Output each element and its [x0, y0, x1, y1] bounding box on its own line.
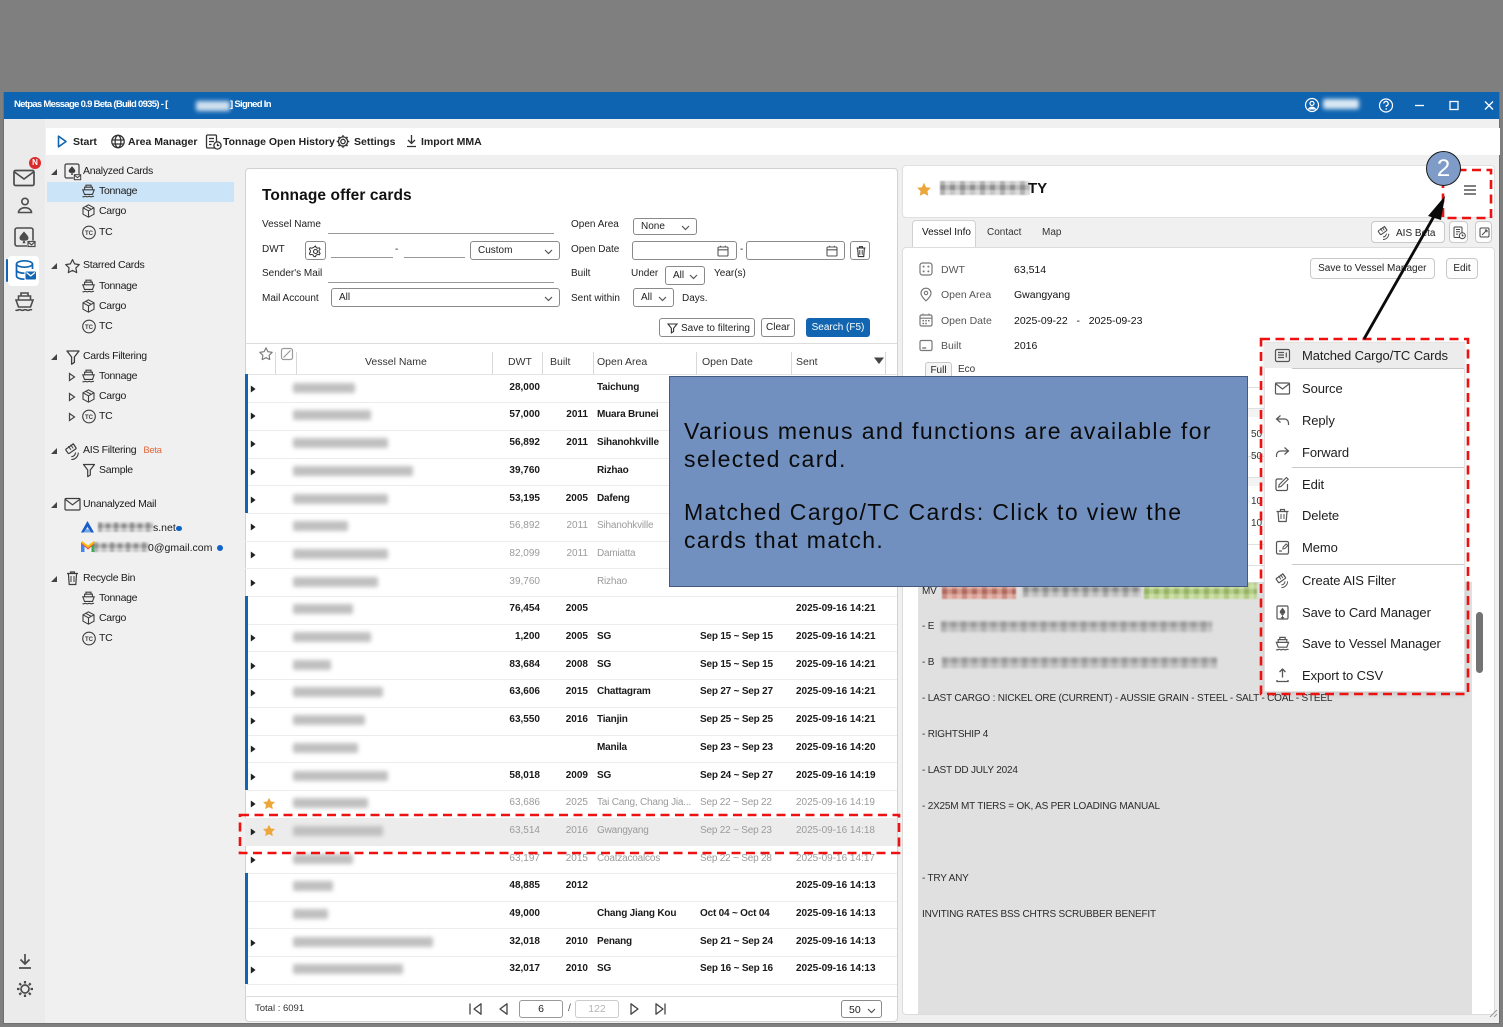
svg-text:TC: TC	[85, 637, 94, 643]
svg-text:TC: TC	[85, 415, 94, 421]
svg-text:TC: TC	[85, 231, 94, 237]
svg-text:TC: TC	[85, 325, 94, 331]
